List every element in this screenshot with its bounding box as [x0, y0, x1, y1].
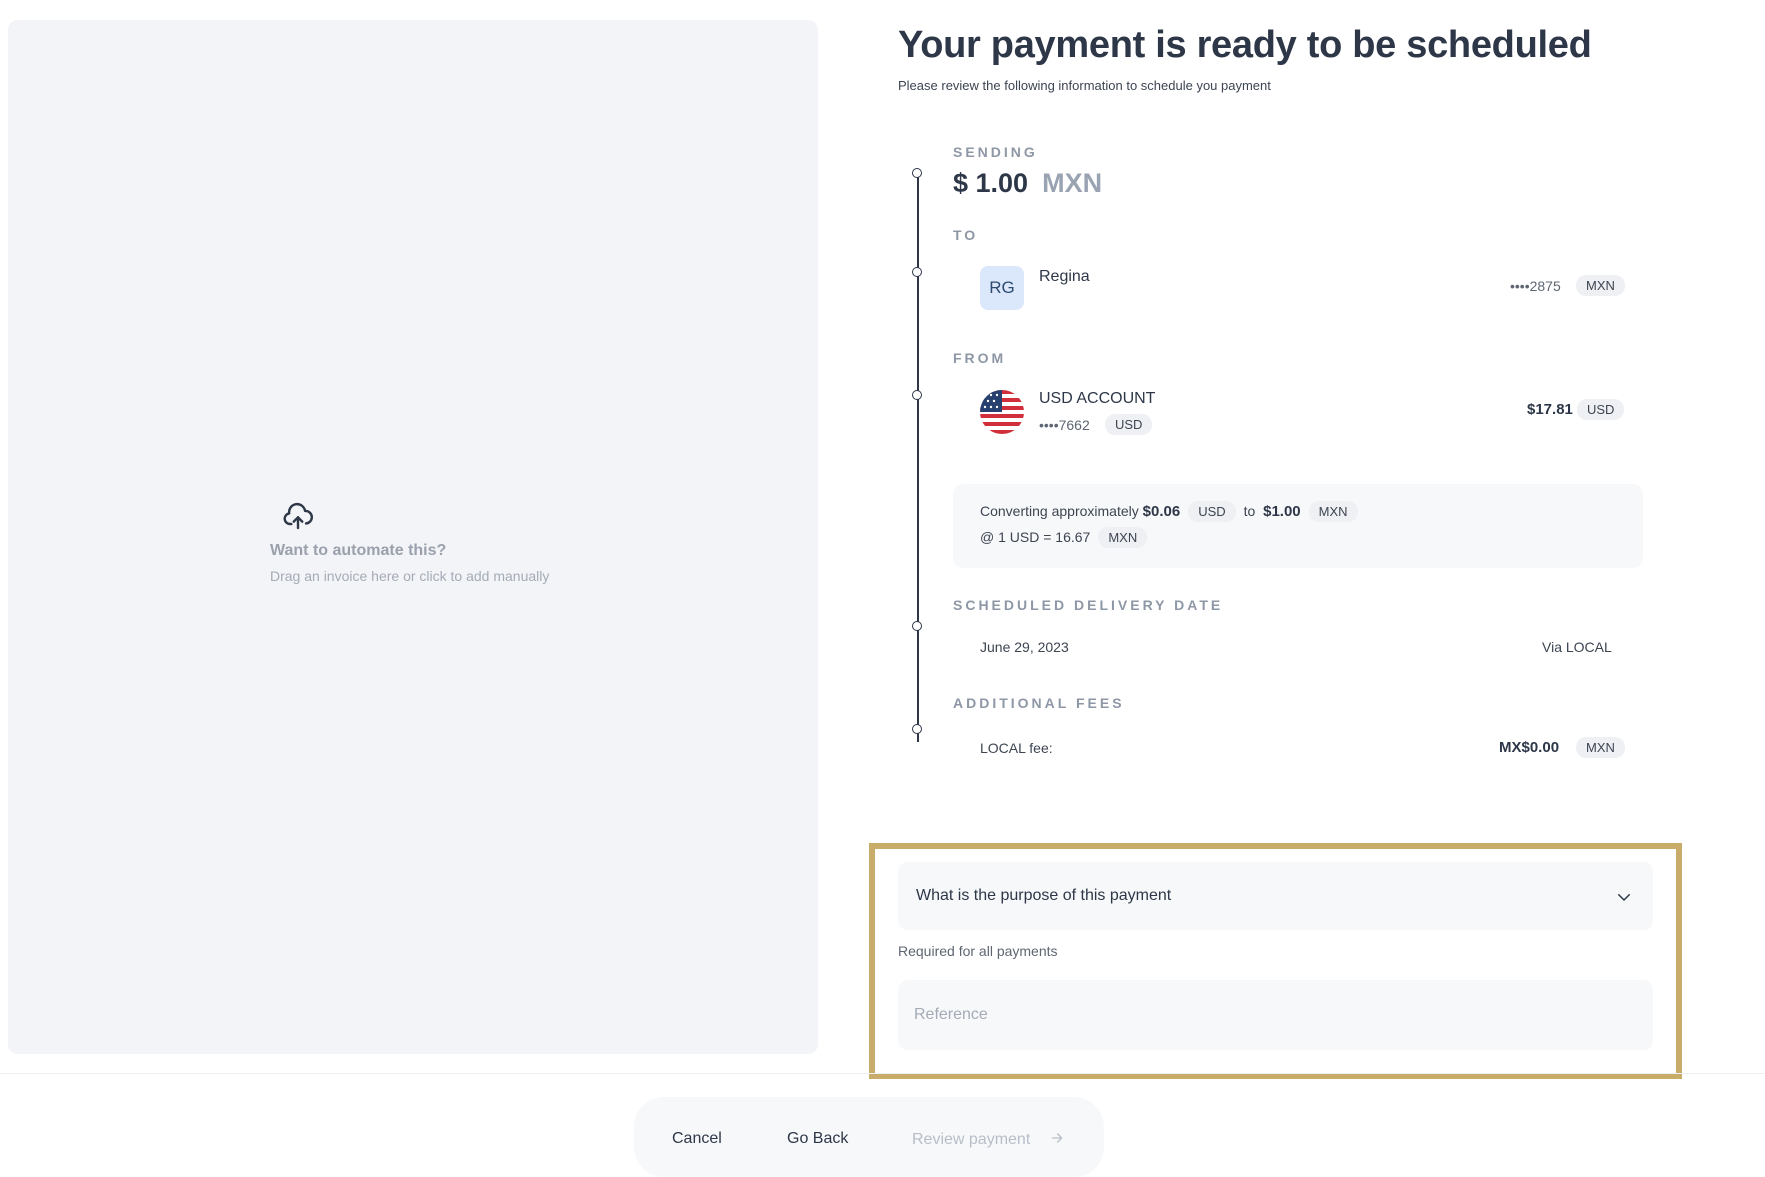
timeline-dot-to: [912, 267, 922, 277]
dropzone-subtitle: Drag an invoice here or click to add man…: [270, 568, 550, 584]
arrow-right-icon: [1051, 1133, 1063, 1143]
from-balance-currency-badge: USD: [1577, 399, 1625, 420]
timeline-dot-sending: [912, 168, 922, 178]
delivery-label: SCHEDULED DELIVERY DATE: [953, 597, 1224, 613]
conversion-prefix: Converting approximately: [980, 503, 1139, 519]
sending-currency: MXN: [1042, 168, 1103, 198]
sending-amount-value: $ 1.00: [953, 168, 1029, 198]
recipient-avatar: RG: [980, 266, 1024, 310]
sending-amount: $ 1.00 MXN: [953, 168, 1102, 199]
conversion-info: Converting approximately $0.06 USD to $1.0…: [953, 484, 1643, 568]
fees-label: ADDITIONAL FEES: [953, 695, 1125, 711]
review-payment-label: Review payment: [912, 1131, 1031, 1148]
recipient-account: ••••2875: [1510, 278, 1561, 294]
delivery-method: Via LOCAL: [1542, 639, 1612, 655]
exchange-rate: @ 1 USD = 16.67: [980, 529, 1091, 545]
timeline-dot-fees: [912, 724, 922, 734]
timeline-line: [917, 172, 919, 742]
cancel-button[interactable]: Cancel: [672, 1130, 722, 1148]
go-back-button[interactable]: Go Back: [787, 1130, 848, 1148]
fee-amount: MX$0.00: [1499, 739, 1560, 756]
page-subtitle: Please review the following information …: [898, 78, 1271, 93]
conversion-to-word: to: [1243, 503, 1256, 519]
conversion-to-currency: MXN: [1308, 501, 1358, 522]
timeline-dot-from: [912, 390, 922, 400]
recipient-currency-badge: MXN: [1576, 275, 1625, 296]
invoice-dropzone[interactable]: Want to automate this? Drag an invoice h…: [8, 20, 818, 1054]
footer-divider: [0, 1073, 1765, 1074]
timeline-dot-delivery: [912, 621, 922, 631]
exchange-rate-line: @ 1 USD = 16.67 MXN: [980, 527, 1155, 548]
payment-purpose-select[interactable]: What is the purpose of this payment: [898, 862, 1653, 930]
sending-label: SENDING: [953, 144, 1038, 160]
from-account-name: USD ACCOUNT: [1039, 390, 1156, 407]
review-payment-button[interactable]: Review payment: [912, 1130, 1065, 1149]
fee-label: LOCAL fee:: [980, 740, 1053, 756]
dropzone-content: Want to automate this? Drag an invoice h…: [270, 500, 549, 584]
exchange-rate-currency: MXN: [1098, 527, 1148, 548]
recipient-name: Regina: [1039, 268, 1090, 285]
dropzone-title: Want to automate this?: [270, 542, 447, 559]
chevron-down-icon: [1618, 894, 1630, 901]
required-note: Required for all payments: [898, 943, 1058, 959]
conversion-from-currency: USD: [1188, 501, 1236, 522]
page-title: Your payment is ready to be scheduled: [898, 24, 1592, 66]
reference-input[interactable]: [898, 980, 1653, 1050]
from-account-currency-badge: USD: [1105, 414, 1153, 435]
conversion-to-amount: $1.00: [1263, 503, 1301, 520]
to-label: TO: [953, 227, 979, 243]
us-flag-icon: [980, 390, 1024, 434]
delivery-date: June 29, 2023: [980, 639, 1069, 655]
conversion-from-amount: $0.06: [1142, 503, 1181, 520]
from-account-number: ••••7662: [1039, 417, 1090, 433]
upload-cloud-icon: [283, 502, 313, 530]
payment-purpose-placeholder: What is the purpose of this payment: [916, 887, 1172, 904]
fee-currency-badge: MXN: [1576, 737, 1625, 758]
conversion-line: Converting approximately $0.06 USD to $1.0…: [980, 501, 1366, 522]
from-label: FROM: [953, 350, 1007, 366]
from-balance: $17.81: [1527, 401, 1573, 418]
